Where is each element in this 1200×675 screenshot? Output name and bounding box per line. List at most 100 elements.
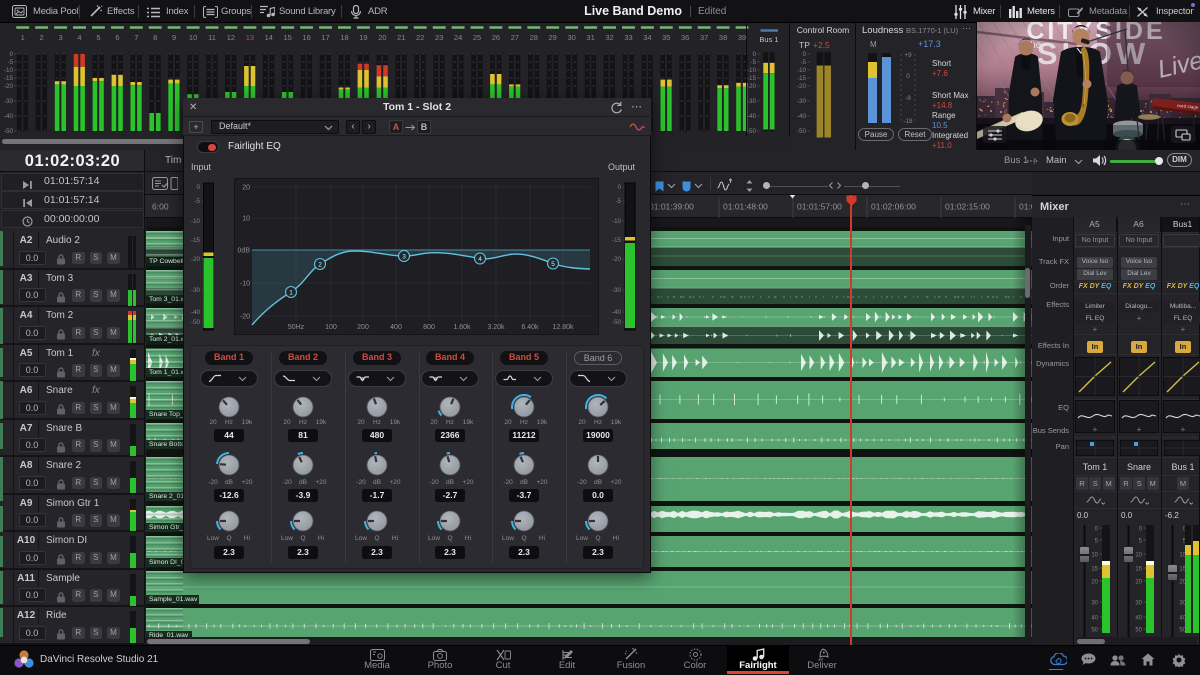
svg-text:19: 19 [359, 33, 367, 42]
svg-text:38: 38 [719, 33, 727, 42]
svg-text:5: 5 [1095, 539, 1099, 545]
svg-text:-40: -40 [797, 113, 807, 120]
svg-text:0: 0 [9, 51, 13, 58]
svg-text:0: 0 [618, 184, 622, 191]
svg-text:12.80k: 12.80k [552, 324, 574, 331]
svg-text:-10: -10 [612, 218, 622, 225]
svg-text:20: 20 [1091, 580, 1098, 586]
svg-text:33: 33 [624, 33, 632, 42]
svg-text:22: 22 [416, 33, 424, 42]
svg-text:50Hz: 50Hz [288, 324, 305, 331]
svg-text:23: 23 [435, 33, 443, 42]
svg-text:9: 9 [172, 33, 176, 42]
svg-text:-50: -50 [4, 128, 14, 135]
svg-text:-15: -15 [4, 75, 14, 82]
svg-text:8: 8 [153, 33, 157, 42]
svg-text:40: 40 [1091, 616, 1098, 622]
svg-text:-15: -15 [747, 75, 757, 82]
svg-text:+9: +9 [904, 52, 912, 59]
svg-text:-30: -30 [191, 287, 201, 294]
svg-text:10: 10 [1135, 553, 1142, 559]
svg-text:0: 0 [802, 51, 806, 58]
svg-text:-30: -30 [612, 287, 622, 294]
svg-text:35: 35 [662, 33, 670, 42]
svg-text:-30: -30 [747, 98, 757, 105]
svg-text:-20: -20 [797, 83, 807, 90]
svg-text:1.60k: 1.60k [453, 324, 471, 331]
svg-text:-20: -20 [191, 256, 201, 263]
svg-text:6.40k: 6.40k [521, 324, 539, 331]
svg-text:-40: -40 [612, 309, 622, 316]
svg-text:32: 32 [605, 33, 613, 42]
svg-text:0: 0 [197, 184, 201, 191]
svg-text:-40: -40 [4, 113, 14, 120]
svg-text:-40: -40 [747, 113, 757, 120]
svg-text:34: 34 [643, 33, 651, 42]
svg-text:-5: -5 [194, 198, 200, 205]
svg-text:30: 30 [1135, 601, 1142, 607]
svg-text:01:01:39:00: 01:01:39:00 [649, 202, 694, 212]
svg-text:-50: -50 [797, 128, 807, 135]
svg-text:-5: -5 [800, 59, 806, 66]
svg-text:3: 3 [59, 33, 63, 42]
svg-text:-10: -10 [4, 67, 14, 74]
svg-text:-10: -10 [797, 67, 807, 74]
svg-text:-18: -18 [903, 118, 913, 125]
svg-text:01:02:15:00: 01:02:15:00 [945, 202, 990, 212]
svg-text:40: 40 [1135, 616, 1142, 622]
svg-text:20: 20 [378, 33, 386, 42]
svg-text:800: 800 [423, 324, 435, 331]
svg-text:15: 15 [1091, 567, 1098, 573]
svg-text:0dB: 0dB [238, 248, 251, 255]
svg-text:-5: -5 [615, 198, 621, 205]
svg-text:-10: -10 [240, 281, 250, 288]
svg-text:27: 27 [511, 33, 519, 42]
svg-text:5: 5 [551, 261, 555, 268]
svg-text:Bus 1: Bus 1 [759, 35, 778, 44]
svg-text:-20: -20 [4, 83, 14, 90]
svg-text:01:02:06:00: 01:02:06:00 [871, 202, 916, 212]
svg-text:-9: -9 [905, 95, 911, 102]
svg-text:15: 15 [1135, 567, 1142, 573]
svg-text:29: 29 [549, 33, 557, 42]
svg-text:36: 36 [681, 33, 689, 42]
svg-text:39: 39 [738, 33, 746, 42]
svg-text:-50: -50 [191, 319, 201, 326]
svg-text:-40: -40 [191, 309, 201, 316]
svg-text:12: 12 [227, 33, 235, 42]
svg-text:2: 2 [318, 262, 322, 269]
svg-text:0: 0 [1095, 527, 1099, 533]
svg-text:25: 25 [473, 33, 481, 42]
svg-text:21: 21 [397, 33, 405, 42]
svg-text:-30: -30 [4, 98, 14, 105]
svg-text:10: 10 [189, 33, 197, 42]
svg-text:20: 20 [1135, 580, 1142, 586]
svg-text:7: 7 [134, 33, 138, 42]
svg-text:-50: -50 [747, 128, 757, 135]
svg-text:-10: -10 [191, 218, 201, 225]
svg-text:5: 5 [1139, 539, 1143, 545]
svg-text:10: 10 [242, 216, 250, 223]
svg-text:200: 200 [357, 324, 369, 331]
svg-text:1: 1 [289, 290, 293, 297]
svg-text:4: 4 [77, 33, 81, 42]
svg-text:-50: -50 [612, 319, 622, 326]
svg-text:01:01:48:00: 01:01:48:00 [723, 202, 768, 212]
svg-text:2: 2 [40, 33, 44, 42]
svg-text:11: 11 [208, 33, 216, 42]
svg-text:18: 18 [340, 33, 348, 42]
svg-text:16: 16 [302, 33, 310, 42]
svg-text:-20: -20 [612, 256, 622, 263]
svg-text:13: 13 [246, 33, 254, 42]
svg-text:31: 31 [586, 33, 594, 42]
svg-text:6:00: 6:00 [152, 202, 169, 212]
svg-text:20: 20 [242, 185, 250, 192]
svg-text:-20: -20 [747, 83, 757, 90]
svg-text:15: 15 [284, 33, 292, 42]
svg-text:37: 37 [700, 33, 708, 42]
svg-text:-15: -15 [797, 75, 807, 82]
svg-text:50: 50 [1135, 628, 1142, 634]
svg-text:26: 26 [492, 33, 500, 42]
svg-text:3: 3 [402, 254, 406, 261]
svg-text:-10: -10 [747, 67, 757, 74]
